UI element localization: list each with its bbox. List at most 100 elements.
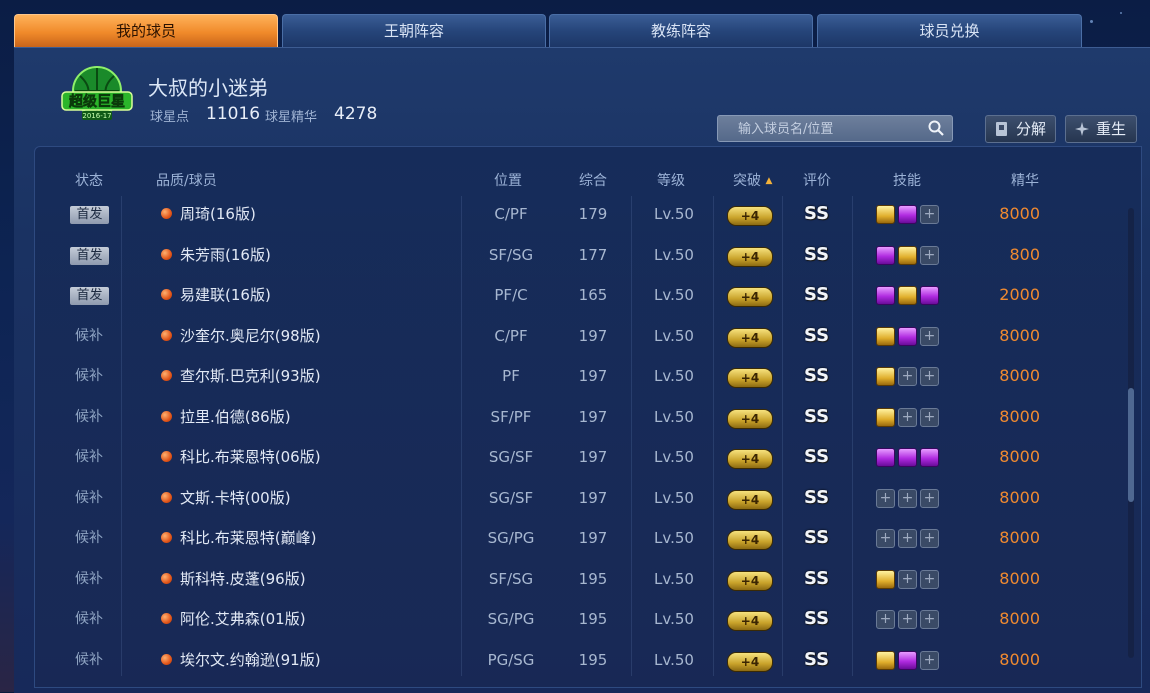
quality-orange-icon: [161, 370, 172, 381]
player-overall: 197: [578, 488, 608, 507]
essence-label: 球星精华: [265, 110, 318, 125]
tab-coach-lineup[interactable]: 教练阵容: [549, 14, 813, 47]
empty-skill-slot-icon[interactable]: +: [920, 407, 939, 427]
empty-skill-slot-icon[interactable]: +: [898, 610, 917, 629]
search-icon[interactable]: [928, 120, 944, 136]
purple-skill-icon[interactable]: [876, 286, 895, 305]
header-rating[interactable]: 评价: [803, 170, 831, 190]
empty-skill-slot-icon[interactable]: +: [920, 205, 939, 224]
empty-skill-slot-icon[interactable]: +: [920, 569, 939, 589]
purple-skill-icon[interactable]: [898, 205, 917, 224]
player-position: SG/SF: [488, 448, 534, 466]
scrollbar-thumb[interactable]: [1128, 388, 1134, 502]
empty-skill-slot-icon[interactable]: +: [920, 245, 939, 265]
player-row[interactable]: 候补 科比.布莱恩特(06版) SG/SF 197 Lv.50 +4 SS 8000: [40, 437, 1120, 477]
empty-skill-slot-icon[interactable]: +: [898, 407, 917, 427]
header-skills[interactable]: 技能: [893, 170, 921, 190]
substitute-status: 候补: [75, 570, 103, 587]
gold-skill-icon[interactable]: [876, 650, 895, 670]
empty-skill-slot-icon[interactable]: +: [876, 529, 895, 548]
header-breakthrough[interactable]: 突破 ▲: [733, 170, 772, 190]
player-name: 阿伦.艾弗森(01版): [180, 610, 306, 628]
player-row[interactable]: 首发 朱芳雨(16版) SF/SG 177 Lv.50 +4 SS +800: [40, 235, 1120, 275]
purple-skill-icon[interactable]: [876, 245, 895, 265]
empty-skill-slot-icon[interactable]: +: [920, 529, 939, 548]
gold-skill-icon[interactable]: [876, 569, 895, 589]
player-rating: SS: [804, 446, 830, 467]
player-row[interactable]: 候补 文斯.卡特(00版) SG/SF 197 Lv.50 +4 SS + + +8000: [40, 478, 1120, 518]
breakthrough-badge: +4: [727, 489, 773, 510]
player-essence: 8000: [999, 487, 1040, 507]
player-essence: 8000: [999, 609, 1040, 628]
player-row[interactable]: 候补 科比.布莱恩特(巅峰) SG/PG 197 Lv.50 +4 SS + + +8000: [40, 518, 1120, 558]
empty-skill-slot-icon[interactable]: +: [898, 367, 917, 386]
empty-skill-slot-icon[interactable]: +: [898, 569, 917, 589]
starter-badge: 首发: [70, 287, 109, 305]
player-row[interactable]: 候补 查尔斯.巴克利(93版) PF 197 Lv.50 +4 SS + +8000: [40, 356, 1120, 396]
search-box[interactable]: [717, 115, 953, 143]
header-overall[interactable]: 综合: [579, 170, 607, 190]
gold-skill-icon[interactable]: [876, 326, 895, 346]
player-row[interactable]: 首发 周琦(16版) C/PF 179 Lv.50 +4 SS +8000: [40, 194, 1120, 234]
player-row[interactable]: 首发 易建联(16版) PF/C 165 Lv.50 +4 SS 2000: [40, 275, 1120, 315]
player-row[interactable]: 候补 斯科特.皮蓬(96版) SF/SG 195 Lv.50 +4 SS + +8000: [40, 559, 1120, 599]
gold-skill-icon[interactable]: [876, 367, 895, 386]
player-essence: 8000: [999, 649, 1040, 669]
purple-skill-icon[interactable]: [898, 326, 917, 346]
purple-skill-icon[interactable]: [876, 448, 895, 467]
empty-skill-slot-icon[interactable]: +: [876, 488, 895, 508]
breakthrough-badge: +4: [727, 611, 773, 631]
player-rating: SS: [804, 608, 830, 629]
tab-dynasty-lineup[interactable]: 王朝阵容: [282, 14, 546, 47]
empty-skill-slot-icon[interactable]: +: [920, 488, 939, 508]
quality-orange-icon: [161, 613, 172, 624]
player-position: SF/SG: [488, 245, 534, 264]
player-level: Lv.50: [654, 610, 694, 628]
header-position[interactable]: 位置: [494, 170, 522, 190]
player-overall: 165: [578, 286, 608, 304]
empty-skill-slot-icon[interactable]: +: [920, 610, 939, 629]
player-name: 科比.布莱恩特(巅峰): [180, 529, 317, 547]
player-row[interactable]: 候补 埃尔文.约翰逊(91版) PG/SG 195 Lv.50 +4 SS +8000: [40, 640, 1120, 680]
purple-skill-icon[interactable]: [920, 286, 939, 305]
player-name: 查尔斯.巴克利(93版): [180, 367, 321, 385]
tab-my-players[interactable]: 我的球员: [14, 14, 278, 47]
gold-skill-icon[interactable]: [876, 205, 895, 224]
decompose-button[interactable]: 分解: [985, 115, 1056, 143]
player-level: Lv.50: [654, 529, 694, 547]
empty-skill-slot-icon[interactable]: +: [898, 529, 917, 548]
gold-skill-icon[interactable]: [898, 286, 917, 305]
breakthrough-badge: +4: [727, 570, 773, 591]
player-rating: SS: [804, 243, 830, 265]
player-row[interactable]: 候补 拉里.伯德(86版) SF/PF 197 Lv.50 +4 SS + +8000: [40, 397, 1120, 437]
quality-orange-icon: [161, 329, 172, 341]
player-name: 朱芳雨(16版): [180, 245, 271, 264]
purple-skill-icon[interactable]: [898, 650, 917, 670]
player-essence: 8000: [999, 204, 1040, 223]
player-row[interactable]: 候补 沙奎尔.奥尼尔(98版) C/PF 197 Lv.50 +4 SS +8000: [40, 316, 1120, 356]
purple-skill-icon[interactable]: [920, 448, 939, 467]
substitute-status: 候补: [75, 611, 103, 627]
player-rating: SS: [804, 405, 830, 427]
header-level[interactable]: 等级: [657, 170, 685, 190]
player-position: C/PF: [494, 205, 528, 223]
empty-skill-slot-icon[interactable]: +: [920, 650, 939, 670]
tab-player-exchange[interactable]: 球员兑换: [817, 14, 1082, 47]
player-row[interactable]: 候补 阿伦.艾弗森(01版) SG/PG 195 Lv.50 +4 SS + + +8000: [40, 599, 1120, 639]
header-player[interactable]: 品质/球员: [156, 170, 217, 190]
header-status[interactable]: 状态: [75, 170, 103, 190]
empty-skill-slot-icon[interactable]: +: [920, 367, 939, 386]
player-level: Lv.50: [654, 286, 694, 304]
header-essence[interactable]: 精华: [1011, 170, 1039, 190]
empty-skill-slot-icon[interactable]: +: [876, 610, 895, 629]
rebirth-button[interactable]: 重生: [1065, 115, 1137, 143]
search-input[interactable]: [718, 116, 940, 143]
gold-skill-icon[interactable]: [876, 407, 895, 427]
player-level: Lv.50: [654, 245, 694, 264]
empty-skill-slot-icon[interactable]: +: [898, 488, 917, 508]
quality-orange-icon: [161, 289, 172, 300]
player-name: 沙奎尔.奥尼尔(98版): [180, 326, 321, 345]
purple-skill-icon[interactable]: [898, 448, 917, 467]
gold-skill-icon[interactable]: [898, 245, 917, 265]
empty-skill-slot-icon[interactable]: +: [920, 326, 939, 346]
